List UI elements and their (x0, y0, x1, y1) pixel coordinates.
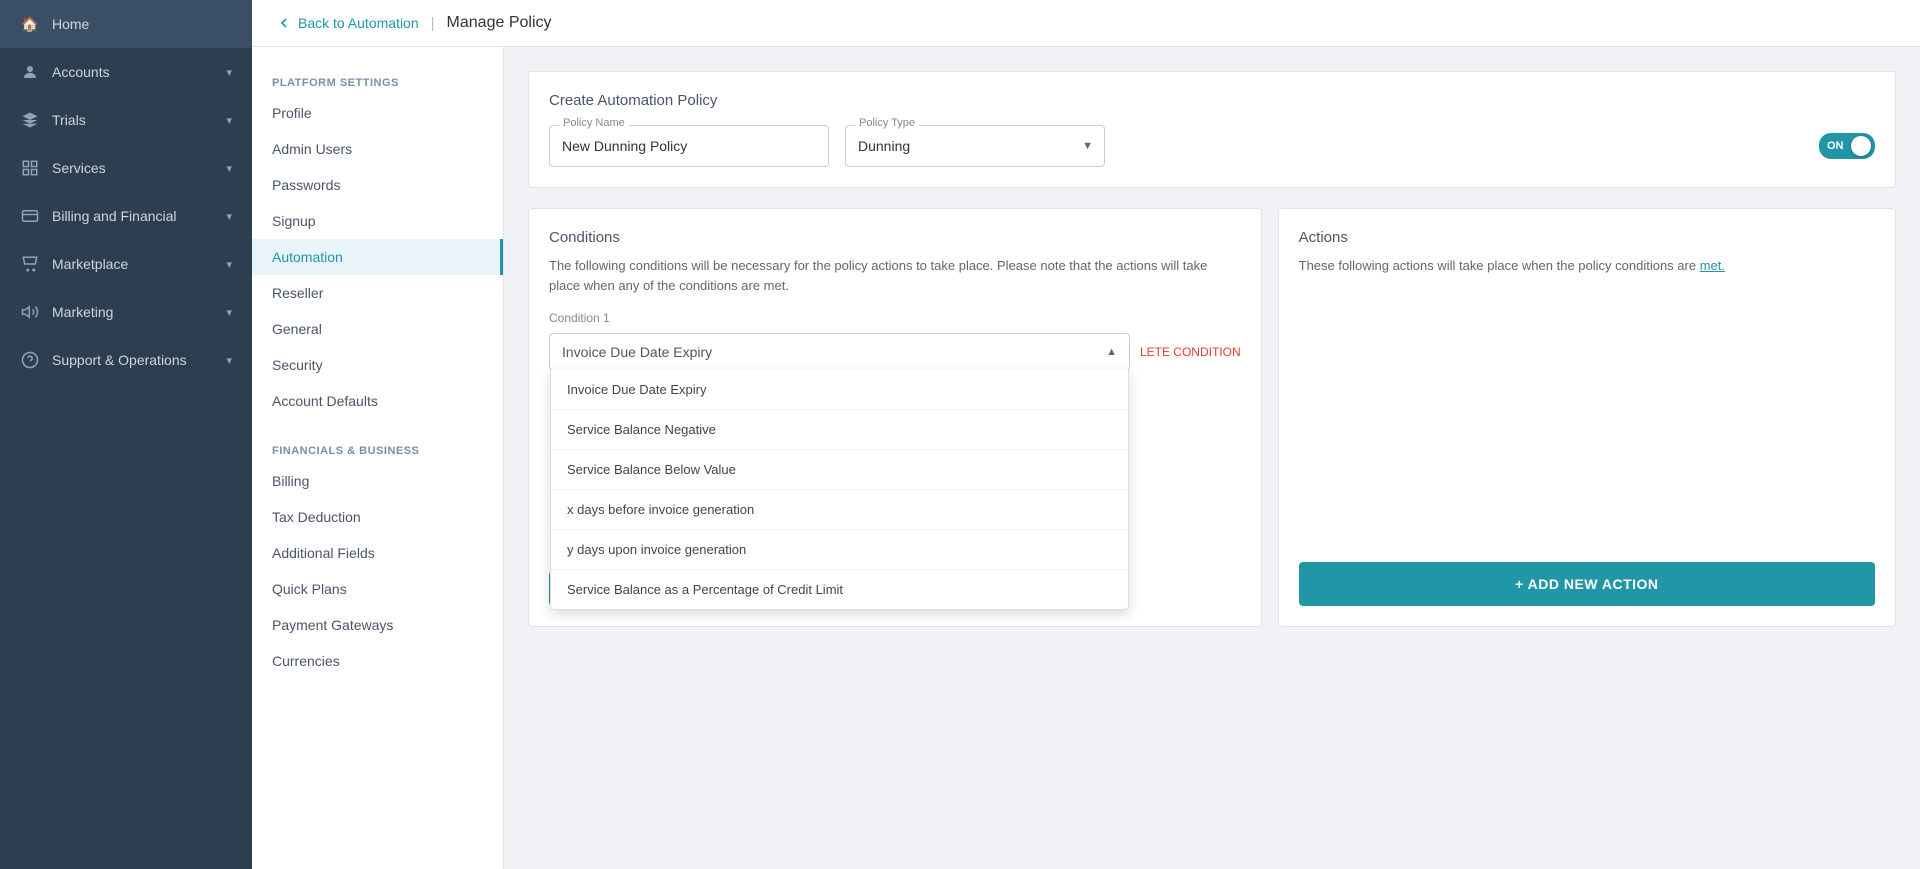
settings-item-currencies[interactable]: Currencies (252, 643, 503, 679)
policy-name-label: Policy Name (559, 117, 629, 129)
home-icon: 🏠 (20, 14, 40, 34)
chevron-down-icon: ▾ (226, 114, 232, 127)
conditions-actions-row: Conditions The following conditions will… (528, 208, 1896, 627)
dropdown-item-4[interactable]: y days upon invoice generation (551, 530, 1128, 570)
add-action-button[interactable]: + ADD NEW ACTION (1299, 562, 1875, 606)
condition-row: Invoice Due Date Expiry ▲ Invoice Due Da… (549, 333, 1241, 371)
condition-type-value: Invoice Due Date Expiry (562, 344, 712, 360)
settings-item-account-defaults[interactable]: Account Defaults (252, 383, 503, 419)
conditions-desc: The following conditions will be necessa… (549, 256, 1241, 295)
policy-type-field: Policy Type Dunning Signup Renewal (845, 125, 1105, 167)
toggle-wrap: ON (1819, 133, 1875, 159)
chevron-down-icon: ▾ (226, 306, 232, 319)
sidebar-item-home[interactable]: 🏠 Home (0, 0, 252, 48)
delete-condition[interactable]: LETE CONDITION (1140, 345, 1241, 359)
sidebar-item-label: Trials (52, 112, 86, 128)
dropdown-item-0[interactable]: Invoice Due Date Expiry (551, 370, 1128, 410)
policy-name-input[interactable] (549, 125, 829, 167)
back-link[interactable]: Back to Automation (276, 15, 419, 31)
sidebar-item-label: Services (52, 160, 106, 176)
condition-type-input[interactable]: Invoice Due Date Expiry ▲ Invoice Due Da… (549, 333, 1130, 371)
policy-toggle[interactable]: ON (1819, 133, 1875, 159)
settings-panel: PLATFORM SETTINGS Profile Admin Users Pa… (252, 47, 504, 869)
sidebar-item-marketing[interactable]: Marketing ▾ (0, 288, 252, 336)
dropdown-item-2[interactable]: Service Balance Below Value (551, 450, 1128, 490)
chevron-down-icon: ▾ (226, 210, 232, 223)
actions-met-link[interactable]: met. (1700, 258, 1725, 273)
platform-settings-title: PLATFORM SETTINGS (252, 67, 503, 95)
dropdown-item-5[interactable]: Service Balance as a Percentage of Credi… (551, 570, 1128, 609)
actions-card: Actions These following actions will tak… (1278, 208, 1896, 627)
settings-item-payment-gateways[interactable]: Payment Gateways (252, 607, 503, 643)
settings-item-passwords[interactable]: Passwords (252, 167, 503, 203)
actions-title: Actions (1299, 229, 1875, 246)
support-icon (20, 350, 40, 370)
chevron-down-icon: ▾ (226, 258, 232, 271)
services-icon (20, 158, 40, 178)
settings-item-reseller[interactable]: Reseller (252, 275, 503, 311)
content-area: PLATFORM SETTINGS Profile Admin Users Pa… (252, 47, 1920, 869)
main-area: Back to Automation | Manage Policy PLATF… (252, 0, 1920, 869)
chevron-down-icon: ▾ (226, 162, 232, 175)
dropdown-item-1[interactable]: Service Balance Negative (551, 410, 1128, 450)
settings-item-tax-deduction[interactable]: Tax Deduction (252, 499, 503, 535)
policy-type-label: Policy Type (855, 117, 919, 129)
sidebar-item-trials[interactable]: Trials ▾ (0, 96, 252, 144)
condition-dropdown: Invoice Due Date Expiry Service Balance … (550, 370, 1129, 610)
back-arrow-icon (276, 15, 292, 31)
conditions-title: Conditions (549, 229, 1241, 246)
dropdown-arrow-up-icon: ▲ (1106, 346, 1117, 358)
settings-item-quick-plans[interactable]: Quick Plans (252, 571, 503, 607)
sidebar-item-marketplace[interactable]: Marketplace ▾ (0, 240, 252, 288)
chevron-down-icon: ▾ (226, 66, 232, 79)
settings-item-admin-users[interactable]: Admin Users (252, 131, 503, 167)
condition-label: Condition 1 (549, 311, 1241, 325)
sidebar-item-label: Billing and Financial (52, 208, 177, 224)
policy-card-fields: Policy Name Policy Type Dunning Signup R… (549, 125, 1875, 167)
toggle-knob (1851, 136, 1871, 156)
sidebar: 🏠 Home Accounts ▾ Trials ▾ Services ▾ (0, 0, 252, 869)
sidebar-item-label: Home (52, 16, 89, 32)
page-title: Manage Policy (447, 14, 552, 32)
settings-item-security[interactable]: Security (252, 347, 503, 383)
policy-name-field: Policy Name (549, 125, 829, 167)
policy-card: Create Automation Policy Policy Name Pol… (528, 71, 1896, 188)
settings-item-profile[interactable]: Profile (252, 95, 503, 131)
back-label: Back to Automation (298, 15, 419, 31)
sidebar-item-label: Support & Operations (52, 352, 187, 368)
sidebar-item-support[interactable]: Support & Operations ▾ (0, 336, 252, 384)
dropdown-item-3[interactable]: x days before invoice generation (551, 490, 1128, 530)
sidebar-item-label: Marketing (52, 304, 113, 320)
marketing-icon (20, 302, 40, 322)
settings-item-general[interactable]: General (252, 311, 503, 347)
financials-title: FINANCIALS & BUSINESS (252, 435, 503, 463)
settings-item-additional-fields[interactable]: Additional Fields (252, 535, 503, 571)
settings-item-signup[interactable]: Signup (252, 203, 503, 239)
chevron-down-icon: ▾ (226, 354, 232, 367)
sidebar-item-services[interactable]: Services ▾ (0, 144, 252, 192)
policy-type-select[interactable]: Dunning Signup Renewal (845, 125, 1105, 167)
toggle-label: ON (1827, 140, 1844, 152)
topbar: Back to Automation | Manage Policy (252, 0, 1920, 47)
trials-icon (20, 110, 40, 130)
settings-item-automation[interactable]: Automation (252, 239, 503, 275)
topbar-separator: | (431, 15, 435, 32)
form-panel: Create Automation Policy Policy Name Pol… (504, 47, 1920, 869)
sidebar-item-billing[interactable]: Billing and Financial ▾ (0, 192, 252, 240)
actions-desc: These following actions will take place … (1299, 256, 1875, 276)
sidebar-item-label: Marketplace (52, 256, 128, 272)
billing-icon (20, 206, 40, 226)
policy-card-title: Create Automation Policy (549, 92, 1875, 109)
sidebar-item-accounts[interactable]: Accounts ▾ (0, 48, 252, 96)
marketplace-icon (20, 254, 40, 274)
conditions-card: Conditions The following conditions will… (528, 208, 1262, 627)
settings-item-billing[interactable]: Billing (252, 463, 503, 499)
accounts-icon (20, 62, 40, 82)
sidebar-item-label: Accounts (52, 64, 110, 80)
